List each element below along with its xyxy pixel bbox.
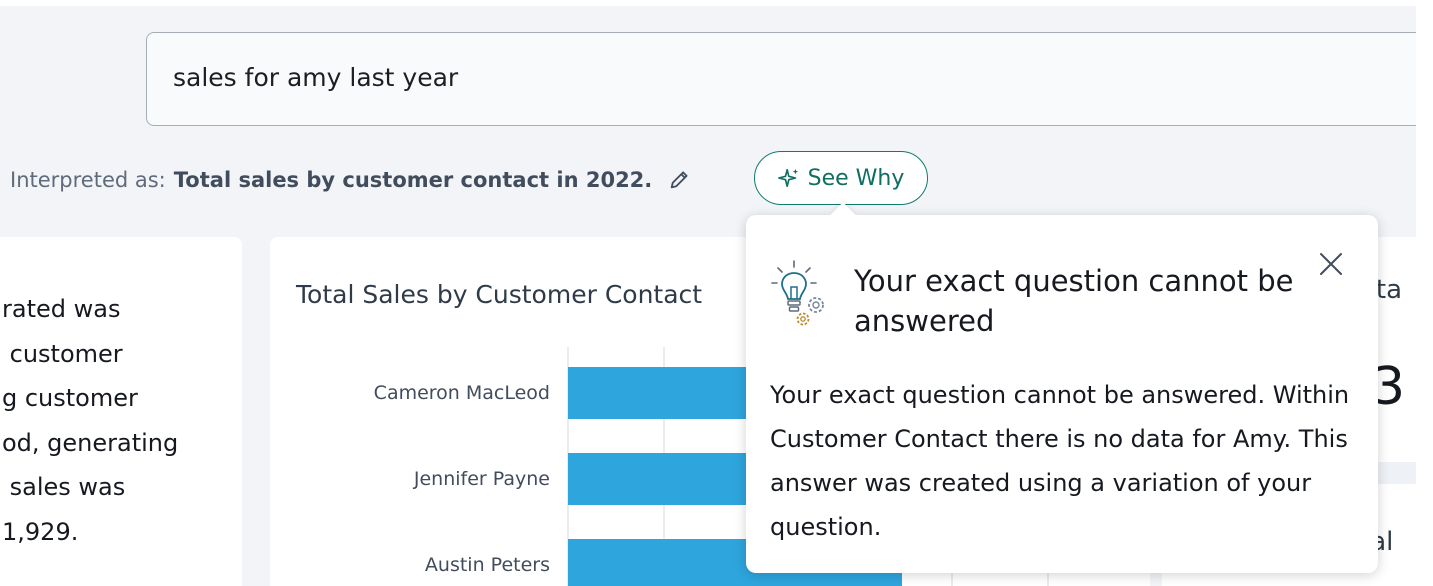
interpretation-prefix: Interpreted as: [10,168,166,192]
close-icon[interactable] [1316,249,1346,279]
search-query-text: sales for amy last year [173,63,459,92]
popover-arrow [830,202,856,228]
category-label: Cameron MacLeod [374,382,550,404]
interpretation-line: Interpreted as: Total sales by customer … [10,168,690,192]
lightbulb-gears-icon [771,260,824,326]
search-input[interactable]: sales for amy last year [146,32,1416,126]
see-why-popover: Your exact question cannot be answered Y… [746,202,1378,573]
interpretation-text: Total sales by customer contact in 2022. [173,168,653,192]
workspace: sales for amy last year Interpreted as: … [0,6,1416,586]
narrative-line: customer [2,339,123,368]
narrative-text: rated was customer g customer od, genera… [2,287,178,554]
narrative-card: rated was customer g customer od, genera… [0,237,242,586]
narrative-line: 1,929. [2,517,79,546]
popover-body: Your exact question cannot be answered. … [770,381,1350,541]
see-why-label: See Why [807,165,905,191]
narrative-line: rated was [2,295,121,323]
popover-title: Your exact question cannot be answered [854,264,1294,338]
category-label: Austin Peters [425,554,550,576]
category-label: Jennifer Payne [413,468,550,490]
narrative-line: sales was [2,473,126,501]
narrative-line: g customer [2,384,138,412]
narrative-line: od, generating [2,428,179,457]
pencil-icon[interactable] [668,169,690,191]
see-why-button[interactable]: See Why [754,151,928,205]
sparkle-icon [777,168,798,188]
